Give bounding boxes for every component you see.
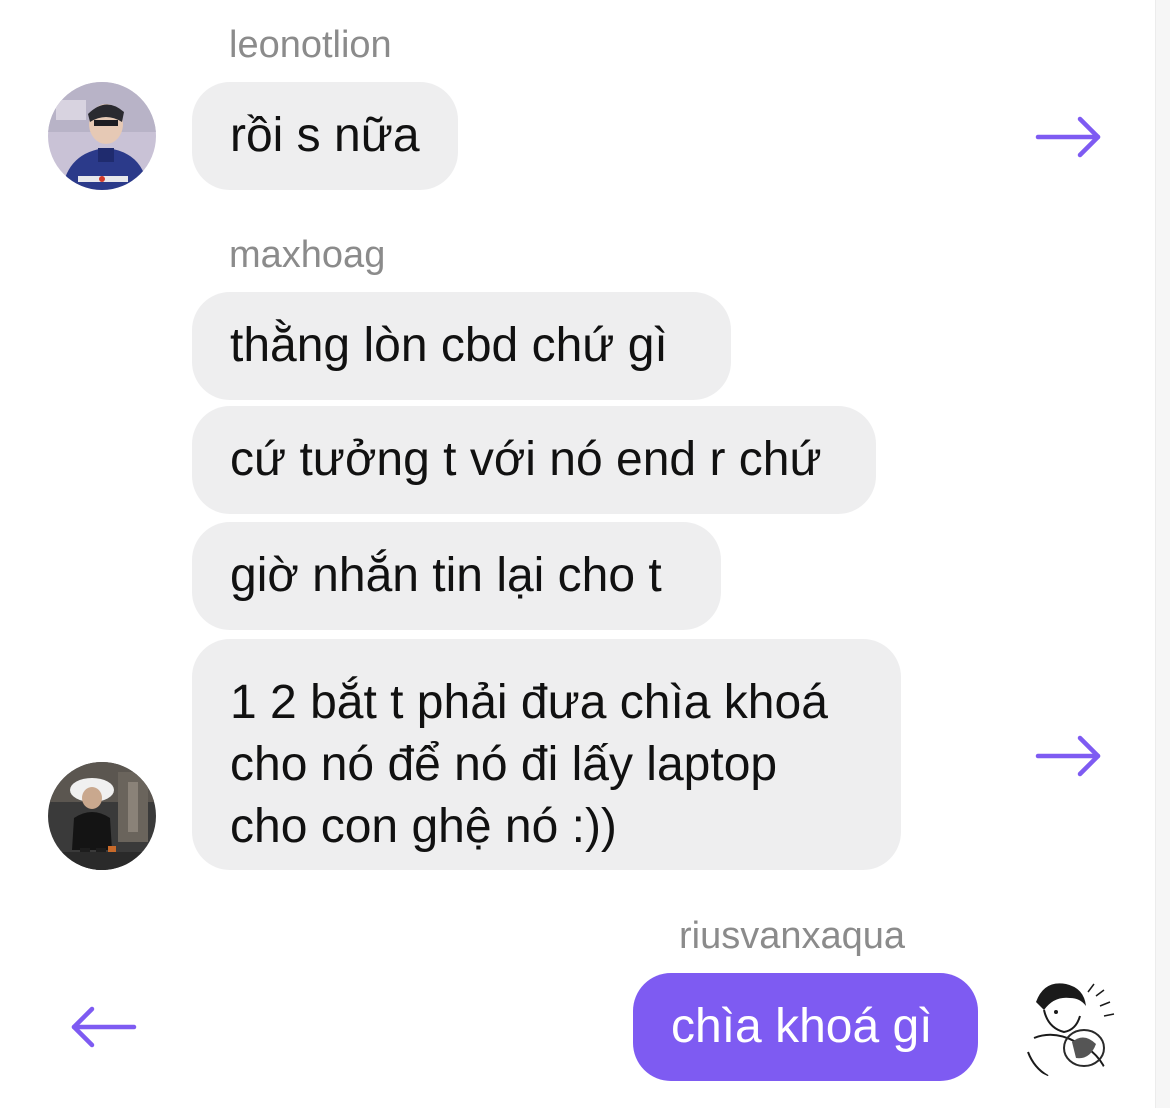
arrow-left-icon[interactable] (68, 1004, 138, 1050)
message-text: rồi s nữa (230, 109, 420, 162)
message-text: chìa khoá gì (671, 1000, 933, 1053)
message-text-line: 1 2 bắt t phải đưa chìa khoá (230, 676, 828, 729)
message-bubble[interactable]: thằng lòn cbd chứ gì (192, 292, 731, 400)
avatar[interactable] (48, 762, 156, 870)
avatar-image (48, 82, 156, 190)
message-text-line: cho nó để nó đi lấy laptop (230, 738, 778, 791)
avatar-image (1014, 972, 1122, 1080)
message-text: giờ nhắn tin lại cho t (230, 549, 662, 602)
message-bubble[interactable]: cứ tưởng t với nó end r chứ (192, 406, 876, 514)
arrow-right-icon[interactable] (1034, 733, 1104, 779)
message-text-line: cho con ghệ nó :)) (230, 800, 617, 853)
sender-name: riusvanxaqua (679, 915, 906, 957)
message-bubble[interactable]: giờ nhắn tin lại cho t (192, 522, 721, 630)
sender-name: leonotlion (229, 24, 392, 66)
message-bubble[interactable]: 1 2 bắt t phải đưa chìa khoá cho nó để n… (192, 639, 901, 870)
sender-name: maxhoag (229, 234, 386, 276)
arrow-right-icon[interactable] (1034, 114, 1104, 160)
scrollbar[interactable] (1155, 0, 1170, 1108)
avatar-image (48, 762, 156, 870)
avatar[interactable] (1014, 972, 1122, 1080)
outgoing-message-bubble[interactable]: chìa khoá gì (633, 973, 978, 1081)
message-text: cứ tưởng t với nó end r chứ (230, 433, 822, 486)
message-text: thằng lòn cbd chứ gì (230, 319, 668, 372)
avatar[interactable] (48, 82, 156, 190)
message-bubble[interactable]: rồi s nữa (192, 82, 458, 190)
